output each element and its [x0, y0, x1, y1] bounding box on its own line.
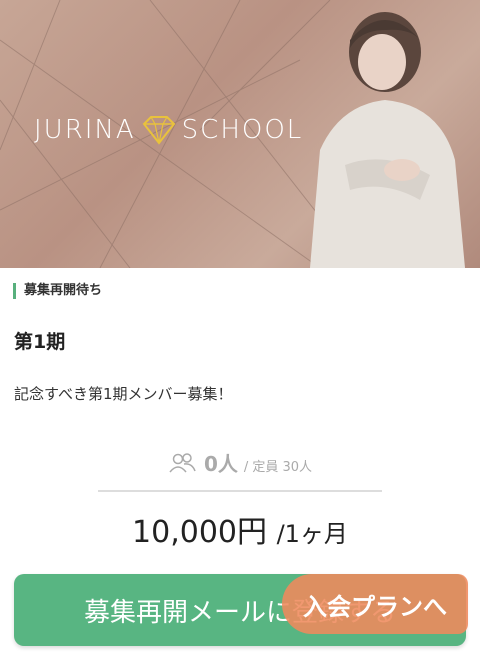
member-capacity: / 定員 30人: [243, 460, 313, 475]
recruitment-status: 募集再開待ち: [13, 283, 102, 299]
member-count: 0人: [203, 452, 238, 476]
instructor-photo: [310, 12, 465, 268]
people-icon: [169, 452, 196, 472]
diamond-icon: [142, 116, 176, 145]
course-description: 記念すべき第1期メンバー募集！: [14, 385, 233, 403]
divider: [98, 490, 382, 492]
price-amount: 10,000円: [132, 515, 268, 550]
price-row: 10,000円 /1ヶ月: [0, 507, 480, 551]
term-title: 第1期: [14, 331, 66, 353]
logo-text-left: JURINA: [34, 115, 136, 145]
school-logo: JURINA SCHOOL: [34, 112, 303, 148]
logo-text-right: SCHOOL: [181, 115, 304, 145]
join-plan-button[interactable]: 入会プランへ: [282, 574, 468, 634]
hero-banner: JURINA SCHOOL: [0, 0, 480, 268]
price-unit: /1ヶ月: [276, 520, 348, 548]
member-count-row: 0人 / 定員 30人: [0, 448, 480, 477]
